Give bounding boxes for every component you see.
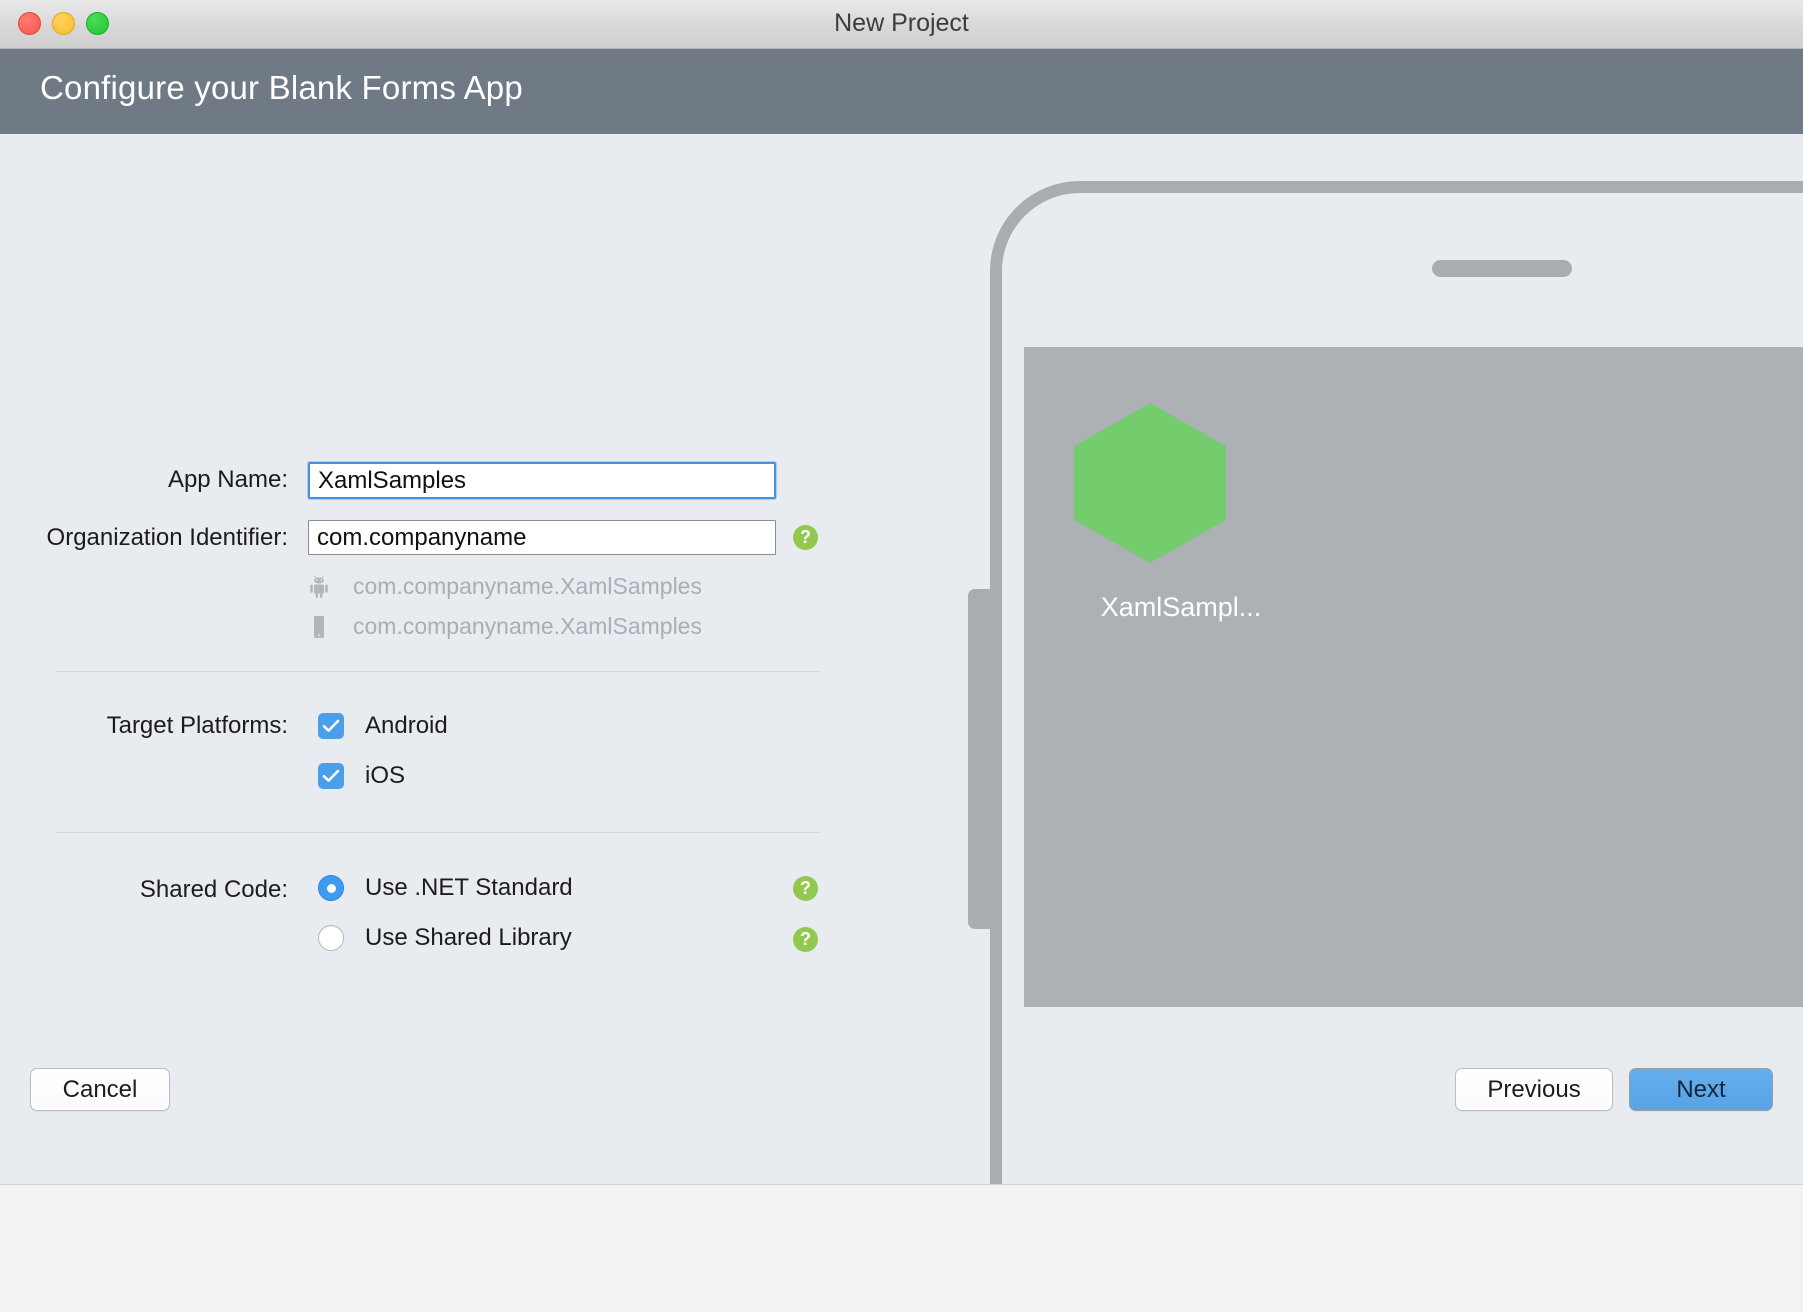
checkmark-icon — [322, 719, 340, 733]
shared-library-help-button[interactable]: ? — [793, 927, 818, 952]
previous-button[interactable]: Previous — [1455, 1068, 1613, 1111]
device-preview-pane: XamlSampl... — [930, 134, 1803, 1184]
bundle-preview-ios-text: com.companyname.XamlSamples — [353, 613, 702, 640]
organization-identifier-input[interactable] — [308, 520, 776, 555]
bundle-preview-android-text: com.companyname.XamlSamples — [353, 573, 702, 600]
bundle-preview-android: com.companyname.XamlSamples — [308, 573, 702, 600]
next-button[interactable]: Next — [1629, 1068, 1773, 1111]
window-title: New Project — [0, 0, 1803, 47]
bundle-preview-ios: com.companyname.XamlSamples — [308, 613, 702, 640]
radio-row-net-standard[interactable]: Use .NET Standard — [318, 874, 573, 902]
checkbox-row-ios[interactable]: iOS — [318, 762, 405, 790]
organization-identifier-help-button[interactable]: ? — [793, 525, 818, 550]
dialog-footer — [0, 1185, 1803, 1312]
page-title: Configure your Blank Forms App — [40, 69, 523, 107]
app-icon-label: XamlSampl... — [1066, 592, 1296, 623]
net-standard-radio-label: Use .NET Standard — [365, 874, 573, 902]
iphone-icon — [308, 614, 330, 640]
checkmark-icon — [322, 769, 340, 783]
app-name-label: App Name: — [0, 466, 288, 494]
divider-shared-code — [55, 832, 820, 833]
android-checkbox-label: Android — [365, 712, 448, 740]
android-robot-icon — [308, 574, 330, 600]
ios-checkbox[interactable] — [318, 763, 344, 789]
net-standard-help-button[interactable]: ? — [793, 876, 818, 901]
window-titlebar: New Project — [0, 0, 1803, 49]
shared-library-radio[interactable] — [318, 925, 344, 951]
net-standard-radio[interactable] — [318, 875, 344, 901]
organization-identifier-label: Organization Identifier: — [0, 524, 288, 552]
target-platforms-label: Target Platforms: — [0, 712, 288, 740]
phone-speaker-icon — [1432, 260, 1572, 277]
phone-screen: XamlSampl... — [1024, 347, 1803, 1007]
cancel-button[interactable]: Cancel — [30, 1068, 170, 1111]
android-checkbox[interactable] — [318, 713, 344, 739]
dialog-body: App Name: Organization Identifier: ? — [0, 134, 1803, 1185]
ios-checkbox-label: iOS — [365, 762, 405, 790]
checkbox-row-android[interactable]: Android — [318, 712, 448, 740]
dialog-header: Configure your Blank Forms App — [0, 49, 1803, 134]
shared-library-radio-label: Use Shared Library — [365, 924, 572, 952]
new-project-window: New Project Configure your Blank Forms A… — [0, 0, 1803, 1312]
configuration-form: App Name: Organization Identifier: ? — [0, 134, 1030, 1184]
phone-side-button — [968, 589, 990, 929]
divider-platforms — [55, 671, 820, 672]
radio-row-shared-library[interactable]: Use Shared Library — [318, 924, 572, 952]
app-hexagon-icon — [1074, 403, 1226, 563]
app-name-input[interactable] — [308, 462, 776, 499]
shared-code-label: Shared Code: — [0, 876, 288, 904]
